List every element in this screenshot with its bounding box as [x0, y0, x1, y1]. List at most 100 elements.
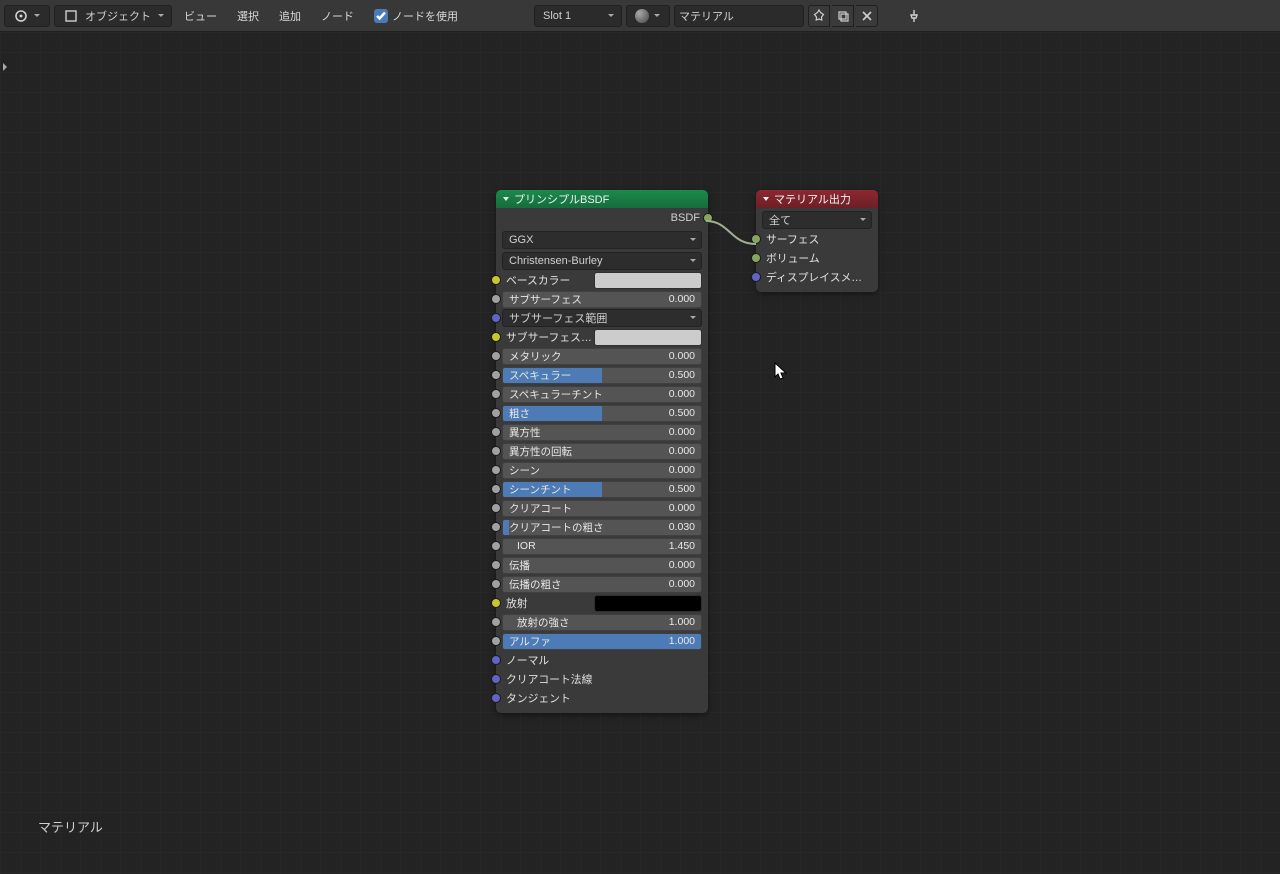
- sss-method-label: Christensen-Burley: [509, 255, 603, 267]
- transmission-rough-slider[interactable]: 伝播の粗さ 0.000: [502, 576, 702, 593]
- sheen-slider[interactable]: シーン 0.000: [502, 462, 702, 479]
- socket-spectint[interactable]: [491, 389, 501, 399]
- specular-tint-row: スペキュラーチント 0.000: [502, 385, 702, 403]
- editor-type-icon[interactable]: [4, 5, 50, 27]
- socket-clearcoat[interactable]: [491, 503, 501, 513]
- socket-displacement[interactable]: [751, 272, 761, 282]
- subsurface-slider[interactable]: サブサーフェス 0.000: [502, 291, 702, 308]
- sss-radius-drop[interactable]: サブサーフェス範囲: [502, 309, 702, 327]
- menu-select[interactable]: 選択: [229, 5, 267, 27]
- menu-view[interactable]: ビュー: [176, 5, 225, 27]
- header-bar: オブジェクト ビュー 選択 追加 ノード ノードを使用 Slot 1 マテリアル: [0, 0, 1280, 32]
- alpha-row: アルファ 1.000: [502, 632, 702, 650]
- mouse-cursor-icon: [774, 362, 788, 385]
- socket-ior[interactable]: [491, 541, 501, 551]
- node-title[interactable]: プリンシプルBSDF: [496, 190, 708, 208]
- socket-base-color[interactable]: [491, 275, 501, 285]
- socket-cc-normal[interactable]: [491, 674, 501, 684]
- alpha-slider[interactable]: アルファ 1.000: [502, 633, 702, 650]
- specular-tint-slider[interactable]: スペキュラーチント 0.000: [502, 386, 702, 403]
- socket-subsurface[interactable]: [491, 294, 501, 304]
- transmission-rough-row: 伝播の粗さ 0.000: [502, 575, 702, 593]
- duplicate-button[interactable]: [832, 5, 854, 27]
- emission-label: 放射: [502, 595, 594, 611]
- surface-input-row: サーフェス: [762, 230, 872, 248]
- mode-label: オブジェクト: [85, 8, 151, 24]
- sheen-row: シーン 0.000: [502, 461, 702, 479]
- socket-metallic[interactable]: [491, 351, 501, 361]
- pin-button[interactable]: [898, 5, 930, 27]
- emission-strength-slider[interactable]: 放射の強さ 1.000: [502, 614, 702, 631]
- menu-add[interactable]: 追加: [271, 5, 309, 27]
- clearcoat-row: クリアコート 0.000: [502, 499, 702, 517]
- material-name-field[interactable]: マテリアル: [674, 5, 804, 27]
- socket-specular[interactable]: [491, 370, 501, 380]
- socket-volume[interactable]: [751, 253, 761, 263]
- use-nodes-label: ノードを使用: [392, 8, 458, 24]
- socket-trans-rough[interactable]: [491, 579, 501, 589]
- subsurface-row: サブサーフェス 0.000: [502, 290, 702, 308]
- normal-row: ノーマル: [502, 651, 702, 669]
- socket-sheen[interactable]: [491, 465, 501, 475]
- clearcoat-rough-slider[interactable]: クリアコートの粗さ 0.030: [502, 519, 702, 536]
- socket-roughness[interactable]: [491, 408, 501, 418]
- bsdf-output-label: BSDF: [671, 212, 702, 224]
- socket-cc-rough[interactable]: [491, 522, 501, 532]
- use-nodes-toggle[interactable]: ノードを使用: [366, 5, 466, 27]
- output-target-dropdown[interactable]: 全て: [762, 211, 872, 229]
- slot-dropdown[interactable]: Slot 1: [534, 5, 622, 27]
- subsurface-color-row: サブサーフェスカ...: [502, 328, 702, 346]
- sss-color-well[interactable]: [594, 329, 702, 346]
- unlink-button[interactable]: [856, 5, 878, 27]
- socket-sheen-tint[interactable]: [491, 484, 501, 494]
- collapse-icon[interactable]: [762, 195, 770, 203]
- base-color-label: ベースカラー: [502, 272, 594, 288]
- distribution-dropdown[interactable]: GGX: [502, 231, 702, 249]
- collapse-icon[interactable]: [502, 195, 510, 203]
- output-target-label: 全て: [769, 212, 791, 228]
- specular-slider[interactable]: スペキュラー 0.500: [502, 367, 702, 384]
- metallic-slider[interactable]: メタリック 0.000: [502, 348, 702, 365]
- volume-input-row: ボリューム: [762, 249, 872, 267]
- emission-color-well[interactable]: [594, 595, 702, 612]
- socket-sss-radius[interactable]: [491, 313, 501, 323]
- socket-surface[interactable]: [751, 234, 761, 244]
- roughness-slider[interactable]: 粗さ 0.500: [502, 405, 702, 422]
- bottom-material-label: マテリアル: [38, 817, 103, 836]
- anisotropic-slider[interactable]: 異方性 0.000: [502, 424, 702, 441]
- fake-user-button[interactable]: [808, 5, 830, 27]
- base-color-well[interactable]: [594, 272, 702, 289]
- sss-method-dropdown[interactable]: Christensen-Burley: [502, 252, 702, 270]
- clearcoat-rough-row: クリアコートの粗さ 0.030: [502, 518, 702, 536]
- socket-sss-color[interactable]: [491, 332, 501, 342]
- output-node-titlebar[interactable]: マテリアル出力: [756, 190, 878, 208]
- bsdf-output-socket[interactable]: [703, 213, 713, 223]
- transmission-slider[interactable]: 伝播 0.000: [502, 557, 702, 574]
- anisotropic-rot-row: 異方性の回転 0.000: [502, 442, 702, 460]
- socket-tangent[interactable]: [491, 693, 501, 703]
- bsdf-title-label: プリンシプルBSDF: [514, 191, 609, 207]
- socket-aniso-rot[interactable]: [491, 446, 501, 456]
- transmission-row: 伝播 0.000: [502, 556, 702, 574]
- socket-alpha[interactable]: [491, 636, 501, 646]
- toolbar-expand-icon[interactable]: [0, 58, 10, 76]
- mode-dropdown[interactable]: オブジェクト: [54, 5, 172, 27]
- socket-emit-strength[interactable]: [491, 617, 501, 627]
- socket-transmission[interactable]: [491, 560, 501, 570]
- material-browse-icon[interactable]: [626, 5, 670, 27]
- sphere-icon: [635, 9, 649, 23]
- ior-slider[interactable]: IOR 1.450: [502, 538, 702, 555]
- normal-label: ノーマル: [502, 652, 702, 668]
- socket-emission[interactable]: [491, 598, 501, 608]
- displacement-label: ディスプレイスメント: [762, 269, 872, 285]
- principled-bsdf-node[interactable]: プリンシプルBSDF BSDF GGX Christensen-Burley ベ…: [496, 190, 708, 713]
- ior-row: IOR 1.450: [502, 537, 702, 555]
- clearcoat-slider[interactable]: クリアコート 0.000: [502, 500, 702, 517]
- displacement-input-row: ディスプレイスメント: [762, 268, 872, 286]
- menu-node[interactable]: ノード: [313, 5, 362, 27]
- anisotropic-rot-slider[interactable]: 異方性の回転 0.000: [502, 443, 702, 460]
- sheen-tint-slider[interactable]: シーンチント 0.500: [502, 481, 702, 498]
- material-output-node[interactable]: マテリアル出力 全て サーフェス ボリューム ディスプレイスメント: [756, 190, 878, 292]
- socket-normal[interactable]: [491, 655, 501, 665]
- socket-aniso[interactable]: [491, 427, 501, 437]
